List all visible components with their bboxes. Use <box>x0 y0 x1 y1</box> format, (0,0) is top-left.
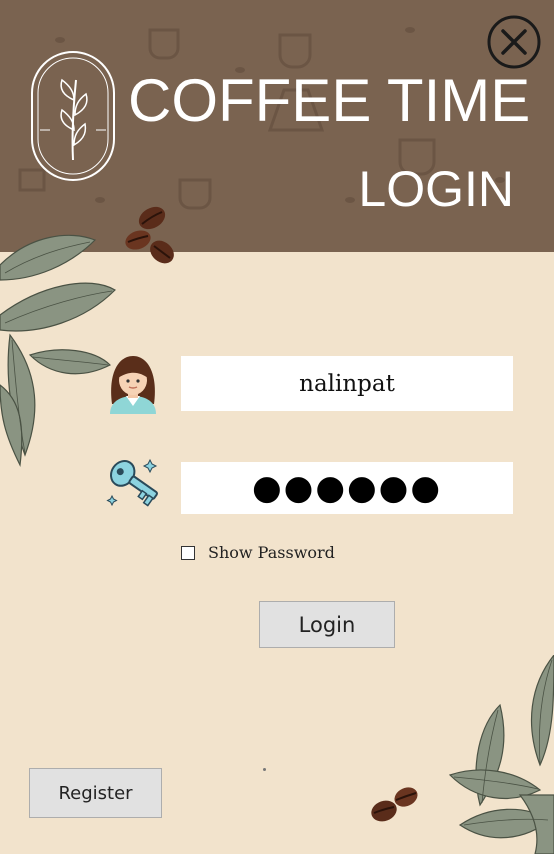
page-subtitle: LOGIN <box>358 161 514 217</box>
user-avatar-icon <box>110 356 156 414</box>
coffee-beans-bottom-icon <box>371 787 418 822</box>
leaf-decoration-left <box>0 234 116 468</box>
leaf-decoration-right <box>448 655 554 854</box>
stray-dot <box>263 768 266 771</box>
coffee-beans-icon <box>125 206 174 264</box>
key-icon <box>106 458 158 507</box>
app-title: COFFEE TIME <box>128 67 531 134</box>
natural-boutique-logo <box>31 51 115 181</box>
show-password-label: Show Password <box>208 543 335 562</box>
show-password-checkbox[interactable] <box>181 545 195 560</box>
username-input[interactable] <box>181 356 513 411</box>
show-password-toggle[interactable]: Show Password <box>181 543 335 562</box>
register-button[interactable]: Register <box>29 768 162 818</box>
login-button[interactable]: Login <box>259 601 395 648</box>
header-banner: COFFEE TIME LOGIN <box>0 0 554 252</box>
password-input[interactable] <box>181 462 513 514</box>
close-icon[interactable] <box>487 15 541 69</box>
